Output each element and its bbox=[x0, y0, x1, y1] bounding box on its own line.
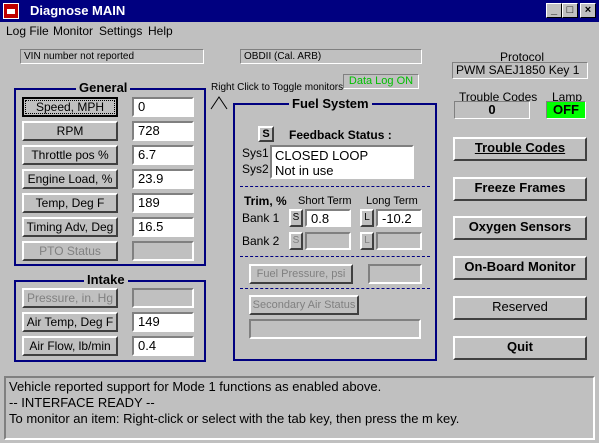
general-title: General bbox=[76, 80, 131, 95]
lamp-indicator: OFF bbox=[546, 101, 586, 119]
bank1-long-l-button[interactable]: L bbox=[360, 209, 374, 227]
speed-value: 0 bbox=[132, 97, 194, 117]
divider bbox=[240, 256, 430, 257]
trouble-codes-button[interactable]: Trouble Codes bbox=[453, 137, 587, 161]
throttle-value: 6.7 bbox=[132, 145, 194, 165]
data-log-indicator: Data Log ON bbox=[343, 74, 419, 89]
protocol-field: PWM SAEJ1850 Key 1 bbox=[452, 62, 588, 79]
bank1-short-value: 0.8 bbox=[305, 209, 351, 227]
bank2-short-s-button[interactable]: S bbox=[289, 232, 303, 250]
menu-monitor[interactable]: Monitor bbox=[53, 24, 93, 38]
temp-value: 189 bbox=[132, 193, 194, 213]
minimize-button[interactable]: _ bbox=[546, 3, 562, 18]
secondary-air-value bbox=[249, 319, 421, 339]
throttle-button[interactable]: Throttle pos % bbox=[22, 145, 118, 165]
sys2-status: Not in use bbox=[275, 163, 334, 178]
sys2-label: Sys2 bbox=[242, 162, 269, 176]
status-line-2: -- INTERFACE READY -- bbox=[9, 395, 155, 410]
bank1-long-value: -10.2 bbox=[376, 209, 422, 227]
obd-field: OBDII (Cal. ARB) bbox=[240, 49, 422, 64]
title-bar bbox=[0, 0, 599, 22]
timing-adv-value: 16.5 bbox=[132, 217, 194, 237]
trim-label: Trim, % bbox=[244, 194, 287, 208]
pressure-value bbox=[132, 288, 194, 308]
engine-load-value: 23.9 bbox=[132, 169, 194, 189]
toggle-hint: Right Click to Toggle monitors bbox=[211, 82, 344, 93]
bank2-short-value bbox=[305, 232, 351, 250]
secondary-air-button[interactable]: Secondary Air Status bbox=[249, 295, 359, 315]
bank2-label: Bank 2 bbox=[242, 234, 280, 248]
rpm-button[interactable]: RPM bbox=[22, 121, 118, 141]
rpm-value: 728 bbox=[132, 121, 194, 141]
engine-load-button[interactable]: Engine Load, % bbox=[22, 169, 118, 189]
divider bbox=[240, 186, 430, 187]
divider bbox=[240, 288, 430, 289]
reserved-button[interactable]: Reserved bbox=[453, 296, 587, 320]
menu-log-file[interactable]: Log File bbox=[6, 24, 49, 38]
fuel-pressure-value bbox=[368, 264, 422, 284]
close-button[interactable]: × bbox=[580, 3, 596, 18]
feedback-status-label: Feedback Status : bbox=[289, 128, 392, 142]
maximize-button[interactable]: □ bbox=[562, 3, 578, 18]
speed-button[interactable]: Speed, MPH bbox=[22, 97, 118, 117]
bank2-long-value bbox=[376, 232, 422, 250]
intake-title: Intake bbox=[84, 272, 128, 287]
window-title: Diagnose bbox=[30, 3, 89, 18]
bank1-short-s-button[interactable]: S bbox=[289, 209, 303, 227]
pto-status-button[interactable]: PTO Status bbox=[22, 241, 118, 261]
vin-field: VIN number not reported bbox=[20, 49, 204, 64]
air-flow-button[interactable]: Air Flow, lb/min bbox=[22, 336, 118, 356]
window-mode: MAIN bbox=[92, 3, 126, 18]
quit-button[interactable]: Quit bbox=[453, 336, 587, 360]
triangle-icon bbox=[210, 96, 230, 110]
menu-help[interactable]: Help bbox=[148, 24, 173, 38]
status-line-1: Vehicle reported support for Mode 1 func… bbox=[9, 379, 382, 394]
timing-adv-button[interactable]: Timing Adv, Deg bbox=[22, 217, 118, 237]
pto-status-value bbox=[132, 241, 194, 261]
bank2-long-l-button[interactable]: L bbox=[360, 232, 374, 250]
short-term-label: Short Term bbox=[298, 195, 352, 207]
app-icon[interactable] bbox=[3, 3, 19, 19]
pressure-button[interactable]: Pressure, in. Hg bbox=[22, 288, 118, 308]
fuel-system-title: Fuel System bbox=[289, 96, 372, 111]
fuel-pressure-button[interactable]: Fuel Pressure, psi bbox=[249, 264, 353, 284]
air-flow-value: 0.4 bbox=[132, 336, 194, 356]
oxygen-sensors-button[interactable]: Oxygen Sensors bbox=[453, 216, 587, 240]
temp-button[interactable]: Temp, Deg F bbox=[22, 193, 118, 213]
sys1-status: CLOSED LOOP bbox=[275, 148, 369, 163]
sys1-label: Sys1 bbox=[242, 146, 269, 160]
long-term-label: Long Term bbox=[366, 195, 418, 207]
fuel-status-s-button[interactable]: S bbox=[258, 126, 274, 142]
onboard-monitor-button[interactable]: On-Board Monitor bbox=[453, 256, 587, 280]
status-line-3: To monitor an item: Right-click or selec… bbox=[9, 411, 460, 426]
freeze-frames-button[interactable]: Freeze Frames bbox=[453, 177, 587, 201]
bank1-label: Bank 1 bbox=[242, 211, 280, 225]
menu-settings[interactable]: Settings bbox=[99, 24, 142, 38]
air-temp-value: 149 bbox=[132, 312, 194, 332]
trouble-codes-count: 0 bbox=[454, 101, 530, 119]
air-temp-button[interactable]: Air Temp, Deg F bbox=[22, 312, 118, 332]
